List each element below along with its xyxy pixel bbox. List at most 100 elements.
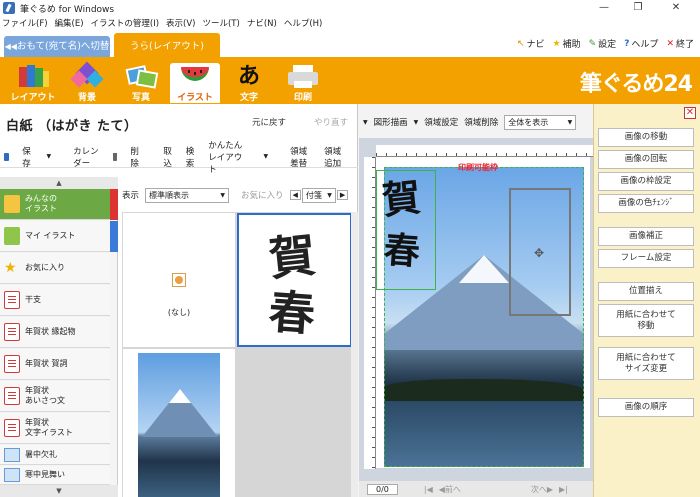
view-select[interactable]: 全体を表示 ▼: [504, 114, 577, 130]
window-title: 筆ぐるめ for Windows: [20, 4, 115, 15]
photo-frames-icon: [123, 63, 159, 89]
tool-illust[interactable]: イラスト: [170, 63, 220, 103]
category-aisatsu[interactable]: 年賀状 あいさつ文: [0, 381, 110, 412]
tool-text[interactable]: あ 文字: [224, 63, 274, 103]
area-delete-button[interactable]: 領域削除: [464, 116, 498, 128]
category-eto[interactable]: 干支: [0, 285, 110, 316]
category-moji-illust[interactable]: 年賀状 文字イラスト: [0, 413, 110, 444]
tool-layout-label: レイアウト: [10, 93, 56, 103]
illust-grid-scrollbar[interactable]: [351, 212, 358, 497]
app-window: 筆ぐるめ for Windows — ❐ ✕ ファイル(F) 編集(E) イラス…: [0, 0, 700, 497]
category-shochu-ketsurei[interactable]: 暑中欠礼: [0, 445, 110, 465]
category-kanchu[interactable]: 寒中見舞い: [0, 466, 110, 485]
image-rotate-button[interactable]: 画像の回転: [598, 150, 694, 169]
category-gashi[interactable]: 年賀状 賀詞: [0, 349, 110, 380]
category-my-illust[interactable]: マイ イラスト: [0, 221, 110, 252]
tag-prev[interactable]: ◀: [289, 190, 301, 200]
document-icon: [4, 387, 20, 405]
category-scroll-up[interactable]: ▲: [0, 177, 118, 189]
category-scroll-down[interactable]: ▼: [0, 485, 118, 497]
greeting-char-1: 賀: [380, 174, 423, 223]
category-favorites[interactable]: ★ お気に入り: [0, 253, 110, 284]
illust-none-cell[interactable]: (なし): [123, 213, 235, 347]
assist-link[interactable]: ★ 補助: [553, 37, 581, 51]
replace-area-button[interactable]: 領域差替: [290, 145, 313, 169]
tool-background[interactable]: 背景: [62, 61, 112, 103]
prev-page-button[interactable]: ◀前へ: [439, 484, 461, 495]
none-illust-icon: [172, 273, 186, 287]
tab-layout-back[interactable]: うら(レイアウト): [114, 33, 220, 60]
image-move-button[interactable]: 画像の移動: [598, 128, 694, 147]
tab-switch-front[interactable]: ◀◀おもて(宛て名)へ切替: [4, 36, 110, 57]
tag-select[interactable]: 付箋 ▼: [301, 187, 336, 203]
delete-button[interactable]: 削除: [112, 145, 153, 169]
double-arrow-left-icon: ◀◀: [4, 42, 17, 51]
sort-select[interactable]: 標準順表示 ▼: [145, 187, 230, 203]
tool-illust-label: イラスト: [177, 93, 213, 103]
tool-print[interactable]: 印刷: [278, 63, 328, 103]
menu-file[interactable]: ファイル(F): [2, 17, 48, 29]
printable-area-label: 印刷可能枠: [458, 163, 498, 172]
menu-illust-manage[interactable]: イラストの管理(I): [91, 17, 159, 29]
calendar-button[interactable]: カレンダー: [73, 145, 102, 169]
next-page-button[interactable]: 次へ▶: [531, 484, 553, 495]
category-engimono[interactable]: 年賀状 縁起物: [0, 317, 110, 348]
tool-text-label: 文字: [239, 93, 258, 103]
easy-layout-button[interactable]: かんたんレイアウト ▼: [208, 139, 279, 175]
menu-edit[interactable]: 編集(E): [55, 17, 84, 29]
last-page-button[interactable]: ▶|: [559, 485, 568, 494]
page-nav-bar: 0/0 |◀ ◀前へ 次へ▶ ▶|: [359, 481, 593, 497]
add-area-button[interactable]: 領域追加: [324, 145, 347, 169]
horizontal-ruler: [376, 145, 593, 157]
category-minna[interactable]: みんなの イラスト: [0, 189, 110, 220]
fit-move-button[interactable]: 用紙に合わせて 移動: [598, 304, 694, 337]
tool-photo[interactable]: 写真: [116, 63, 166, 103]
close-button[interactable]: ✕: [662, 0, 690, 16]
fit-resize-button[interactable]: 用紙に合わせて サイズ変更: [598, 347, 694, 380]
image-correction-button[interactable]: 画像補正: [598, 227, 694, 246]
image-frame-button[interactable]: 画像の枠設定: [598, 172, 694, 191]
shape-draw-button[interactable]: 図形描画: [374, 116, 408, 128]
undo-button[interactable]: 元に戻す: [252, 116, 286, 128]
redo-button[interactable]: やり直す: [314, 116, 348, 128]
frame-settings-button[interactable]: フレーム設定: [598, 249, 694, 268]
category-label: 干支: [25, 295, 41, 304]
menu-view[interactable]: 表示(V): [166, 17, 195, 29]
align-button[interactable]: 位置揃え: [598, 282, 694, 301]
snow-icon: [4, 468, 20, 482]
minimize-button[interactable]: —: [590, 0, 618, 16]
category-label: マイ イラスト: [25, 231, 76, 240]
menu-tools[interactable]: ツール(T): [202, 17, 239, 29]
panel-close-button[interactable]: ✕: [684, 107, 696, 119]
search-button[interactable]: 検索: [186, 145, 197, 169]
favorites-filter[interactable]: お気に入り: [241, 189, 284, 201]
folder-person-icon: [4, 195, 20, 213]
menu-navi[interactable]: ナビ(N): [247, 17, 277, 29]
help-link[interactable]: ? ヘルプ: [624, 37, 658, 51]
illust-fuji-cell[interactable]: [123, 349, 235, 497]
save-button[interactable]: 保存 ▼: [4, 145, 62, 169]
image-color-change-button[interactable]: 画像の色ﾁｪﾝｼﾞ: [598, 194, 694, 213]
tag-select-value: 付箋: [305, 190, 322, 200]
easy-layout-label: かんたんレイアウト: [208, 140, 243, 175]
image-order-button[interactable]: 画像の順序: [598, 398, 694, 417]
category-label: みんなの イラスト: [25, 194, 57, 213]
settings-link[interactable]: ✎ 設定: [589, 37, 617, 51]
first-page-button[interactable]: |◀: [424, 485, 433, 494]
illust-gashun-cell[interactable]: 賀 春: [237, 213, 352, 347]
navi-link[interactable]: ↖ ナビ: [517, 37, 545, 51]
title-bar: 筆ぐるめ for Windows — ❐ ✕: [0, 0, 700, 16]
page-counter: 0/0: [367, 483, 398, 495]
tool-layout[interactable]: レイアウト: [8, 63, 58, 103]
import-button[interactable]: 取込: [163, 145, 174, 169]
next-page-label: 次へ: [530, 484, 547, 494]
tag-next[interactable]: ▶: [336, 190, 349, 200]
move-handle-icon[interactable]: ✥: [532, 246, 546, 260]
dropdown-icon[interactable]: ▼: [363, 119, 368, 126]
view-select-value: 全体を表示: [508, 117, 549, 127]
restore-button[interactable]: ❐: [624, 0, 652, 16]
document-icon: [4, 323, 20, 341]
exit-link[interactable]: ✕ 終了: [666, 37, 694, 51]
menu-help[interactable]: ヘルプ(H): [284, 17, 323, 29]
area-settings-button[interactable]: 領域設定: [424, 116, 458, 128]
